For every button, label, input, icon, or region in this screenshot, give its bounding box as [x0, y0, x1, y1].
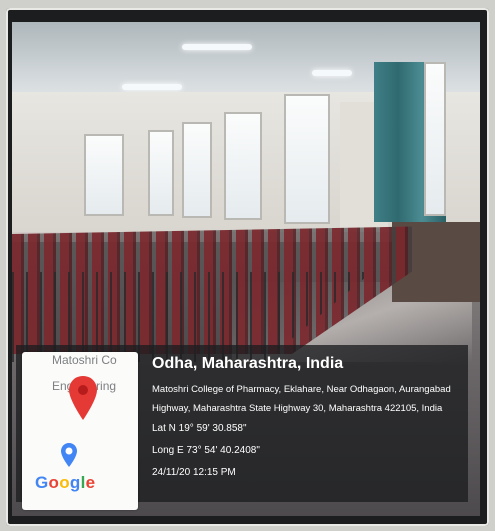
location-title: Odha, Maharashtra, India: [152, 355, 344, 372]
ceiling-light: [122, 84, 182, 90]
window: [224, 112, 262, 220]
longitude: Long E 73° 54' 40.2408": [152, 445, 260, 456]
google-maps-icon: [61, 443, 77, 467]
window: [284, 94, 330, 224]
map-place-label: Matoshri Co: [52, 353, 117, 367]
window: [424, 62, 446, 216]
timestamp: 24/11/20 12:15 PM: [152, 467, 236, 478]
latitude: Lat N 19° 59' 30.858": [152, 423, 247, 434]
address-line-1: Matoshri College of Pharmacy, Eklahare, …: [152, 384, 451, 395]
address-line-2: Highway, Maharashtra State Highway 30, M…: [152, 403, 443, 414]
geotag-info: Odha, Maharashtra, India Matoshri Colleg…: [152, 355, 472, 484]
map-thumbnail[interactable]: Matoshri Co Engineering Google: [22, 352, 138, 510]
google-logo: Google: [35, 473, 96, 492]
window: [182, 122, 212, 218]
window: [84, 134, 124, 216]
ceiling-light: [182, 44, 252, 50]
ceiling-light: [312, 70, 352, 76]
window: [148, 130, 174, 216]
location-pin-icon: [69, 376, 97, 420]
